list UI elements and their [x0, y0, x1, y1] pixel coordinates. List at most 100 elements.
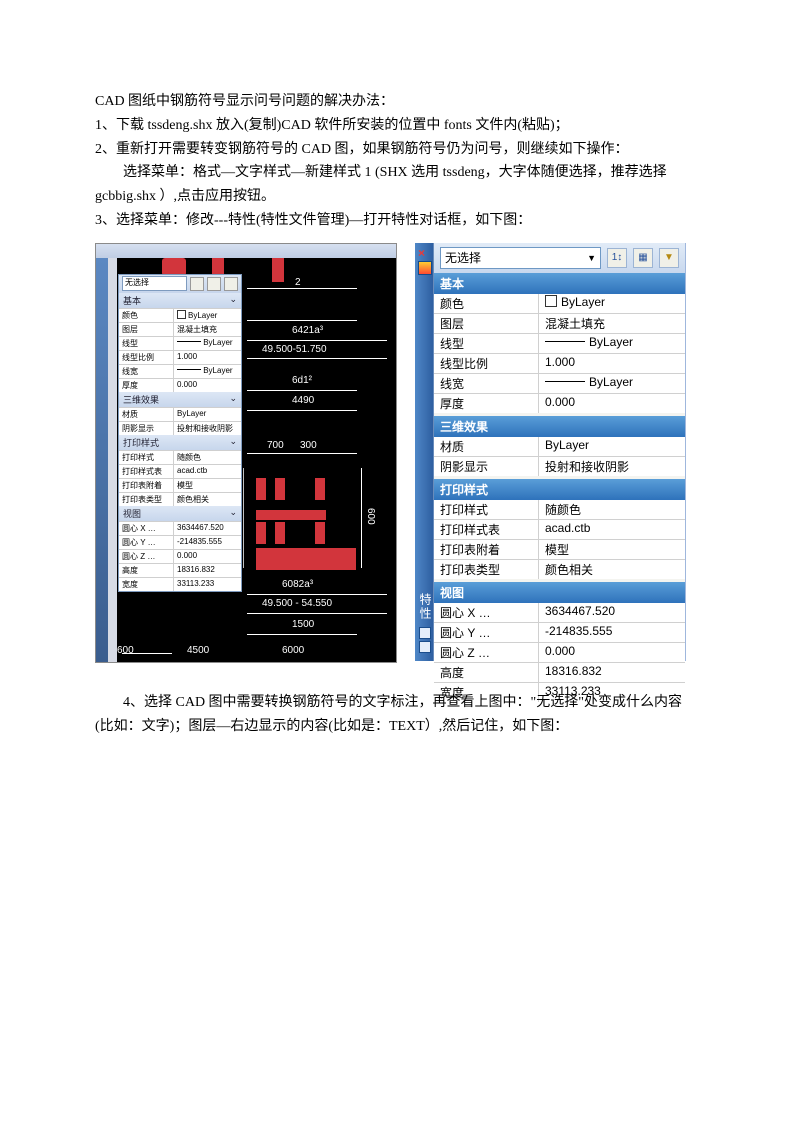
section-header[interactable]: 视图	[434, 582, 685, 603]
palette-icon[interactable]	[418, 261, 432, 275]
prop-value[interactable]: ByLayer	[539, 374, 685, 393]
quick-select-icon[interactable]: ▦	[633, 248, 653, 268]
mini-section-header[interactable]: 基本⌄	[119, 293, 241, 308]
prop-value[interactable]: 随颜色	[174, 451, 241, 464]
prop-value[interactable]: ByLayer	[174, 309, 241, 322]
section-header[interactable]: 三维效果	[434, 416, 685, 437]
prop-value[interactable]: 混凝土填充	[539, 314, 685, 333]
mini-prop-row[interactable]: 图层混凝土填充	[119, 322, 241, 336]
close-icon[interactable]: ×	[418, 247, 425, 259]
prop-value[interactable]: acad.ctb	[174, 465, 241, 478]
mini-prop-row[interactable]: 圆心 X …3634467.520	[119, 521, 241, 535]
mini-section-header[interactable]: 视图⌄	[119, 506, 241, 521]
prop-value[interactable]: 颜色相关	[539, 560, 685, 579]
mini-prop-row[interactable]: 打印表附着模型	[119, 478, 241, 492]
prop-row[interactable]: 线型比例1.000	[434, 353, 685, 373]
mini-prop-row[interactable]: 打印样式随颜色	[119, 450, 241, 464]
prop-row[interactable]: 阴影显示投射和接收阴影	[434, 456, 685, 476]
spine-button-icon[interactable]	[419, 641, 431, 653]
spine-button-icon[interactable]	[419, 627, 431, 639]
mini-prop-row[interactable]: 厚度0.000	[119, 378, 241, 392]
prop-row[interactable]: 打印样式随颜色	[434, 500, 685, 519]
prop-key: 材质	[434, 437, 539, 456]
section-header[interactable]: 基本	[434, 273, 685, 294]
prop-value[interactable]: 1.000	[174, 351, 241, 364]
mini-icon[interactable]	[207, 277, 221, 291]
prop-value[interactable]: 颜色相关	[174, 493, 241, 506]
mini-prop-row[interactable]: 线宽 ByLayer	[119, 364, 241, 378]
prop-value[interactable]: 0.000	[174, 379, 241, 392]
prop-row[interactable]: 颜色ByLayer	[434, 294, 685, 313]
prop-row[interactable]: 打印样式表acad.ctb	[434, 519, 685, 539]
prop-key: 厚度	[119, 379, 174, 392]
prop-value[interactable]: 3634467.520	[174, 522, 241, 535]
prop-value[interactable]: 1.000	[539, 354, 685, 373]
prop-value[interactable]: ByLayer	[539, 294, 685, 313]
prop-row[interactable]: 圆心 Z …0.000	[434, 642, 685, 662]
prop-value[interactable]: 模型	[174, 479, 241, 492]
mini-prop-row[interactable]: 宽度33113.233	[119, 577, 241, 591]
prop-row[interactable]: 线型ByLayer	[434, 333, 685, 353]
prop-row[interactable]: 高度18316.832	[434, 662, 685, 682]
prop-value[interactable]: 混凝土填充	[174, 323, 241, 336]
dim-line	[247, 288, 357, 289]
prop-key: 圆心 Y …	[434, 623, 539, 642]
prop-value[interactable]: ByLayer	[539, 334, 685, 353]
prop-value[interactable]: acad.ctb	[539, 520, 685, 539]
prop-key: 高度	[119, 564, 174, 577]
prop-value[interactable]: 投射和接收阴影	[174, 422, 241, 435]
mini-section-header[interactable]: 三维效果⌄	[119, 392, 241, 407]
mini-prop-row[interactable]: 圆心 Y …-214835.555	[119, 535, 241, 549]
toggle-value-icon[interactable]: 1↕	[607, 248, 627, 268]
prop-value[interactable]: ByLayer	[174, 408, 241, 421]
prop-key: 宽度	[119, 578, 174, 591]
mini-prop-row[interactable]: 阴影显示投射和接收阴影	[119, 421, 241, 435]
prop-row[interactable]: 圆心 Y …-214835.555	[434, 622, 685, 642]
mini-section-header[interactable]: 打印样式⌄	[119, 435, 241, 450]
prop-value[interactable]: 0.000	[539, 643, 685, 662]
prop-value[interactable]: 18316.832	[539, 663, 685, 682]
prop-key: 阴影显示	[434, 457, 539, 476]
prop-value[interactable]: 投射和接收阴影	[539, 457, 685, 476]
mini-prop-row[interactable]: 圆心 Z …0.000	[119, 549, 241, 563]
rebar-shape	[315, 478, 325, 500]
mini-prop-row[interactable]: 颜色ByLayer	[119, 308, 241, 322]
selection-value: 无选择	[445, 249, 481, 266]
prop-value[interactable]: ByLayer	[539, 437, 685, 456]
prop-row[interactable]: 圆心 X …3634467.520	[434, 603, 685, 622]
prop-value[interactable]: 3634467.520	[539, 603, 685, 622]
prop-row[interactable]: 打印表附着模型	[434, 539, 685, 559]
prop-value[interactable]: ByLayer	[174, 365, 241, 378]
mini-prop-row[interactable]: 打印样式表acad.ctb	[119, 464, 241, 478]
mini-properties-panel[interactable]: 无选择 基本⌄颜色ByLayer图层混凝土填充线型 ByLayer线型比例1.0…	[118, 274, 242, 592]
mini-prop-row[interactable]: 线型 ByLayer	[119, 336, 241, 350]
mini-selector[interactable]: 无选择	[122, 276, 187, 291]
mini-prop-row[interactable]: 线型比例1.000	[119, 350, 241, 364]
prop-value[interactable]: ByLayer	[174, 337, 241, 350]
selection-dropdown[interactable]: 无选择 ▼	[440, 247, 601, 269]
prop-value[interactable]: 33113.233	[174, 578, 241, 591]
prop-value[interactable]: -214835.555	[539, 623, 685, 642]
prop-value[interactable]: -214835.555	[174, 536, 241, 549]
mini-icon[interactable]	[224, 277, 238, 291]
prop-value[interactable]: 随颜色	[539, 500, 685, 519]
prop-row[interactable]: 厚度0.000	[434, 393, 685, 413]
filter-icon[interactable]: ▼	[659, 248, 679, 268]
prop-row[interactable]: 打印表类型颜色相关	[434, 559, 685, 579]
prop-value[interactable]: 0.000	[539, 394, 685, 413]
rebar-shape	[315, 522, 325, 544]
mini-prop-row[interactable]: 材质ByLayer	[119, 407, 241, 421]
rebar-shape	[256, 510, 326, 520]
mini-prop-row[interactable]: 打印表类型颜色相关	[119, 492, 241, 506]
prop-row[interactable]: 材质ByLayer	[434, 437, 685, 456]
prop-value[interactable]: 模型	[539, 540, 685, 559]
prop-row[interactable]: 图层混凝土填充	[434, 313, 685, 333]
section-header[interactable]: 打印样式	[434, 479, 685, 500]
dim-label: 49.500 - 54.550	[262, 599, 332, 609]
mini-prop-row[interactable]: 高度18316.832	[119, 563, 241, 577]
spine-label: 特性	[417, 593, 434, 621]
mini-icon[interactable]	[190, 277, 204, 291]
prop-value[interactable]: 18316.832	[174, 564, 241, 577]
prop-value[interactable]: 0.000	[174, 550, 241, 563]
prop-row[interactable]: 线宽ByLayer	[434, 373, 685, 393]
